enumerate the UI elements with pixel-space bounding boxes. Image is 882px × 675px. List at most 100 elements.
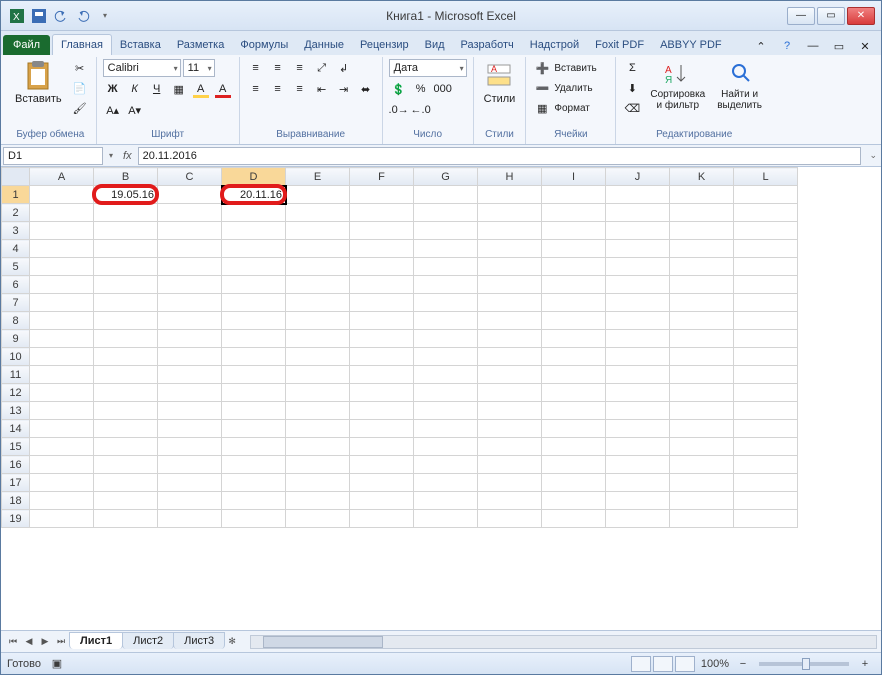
fill-icon[interactable]: ⬇ [622,79,642,97]
row-header-15[interactable]: 15 [2,438,30,456]
cell-G5[interactable] [414,258,478,276]
cell-G15[interactable] [414,438,478,456]
row-header-1[interactable]: 1 [2,186,30,204]
cell-I7[interactable] [542,294,606,312]
cell-K4[interactable] [670,240,734,258]
cell-A19[interactable] [30,510,94,528]
cell-B5[interactable] [94,258,158,276]
cell-H2[interactable] [478,204,542,222]
cell-J3[interactable] [606,222,670,240]
row-header-7[interactable]: 7 [2,294,30,312]
page-layout-view-icon[interactable] [653,656,673,672]
cell-K19[interactable] [670,510,734,528]
col-header-F[interactable]: F [350,168,414,186]
align-middle-icon[interactable]: ≡ [268,59,288,77]
minimize-button[interactable]: — [787,7,815,25]
cell-G13[interactable] [414,402,478,420]
col-header-C[interactable]: C [158,168,222,186]
cell-H12[interactable] [478,384,542,402]
cell-E10[interactable] [286,348,350,366]
cell-E8[interactable] [286,312,350,330]
cell-D1[interactable]: 20.11.16 [222,186,286,204]
increase-decimal-icon[interactable]: .0→ [389,101,409,119]
tab-developer[interactable]: Разработч [453,35,522,55]
cell-H13[interactable] [478,402,542,420]
cell-F5[interactable] [350,258,414,276]
cell-H3[interactable] [478,222,542,240]
formula-bar[interactable]: 20.11.2016 [138,147,862,165]
cell-G16[interactable] [414,456,478,474]
cell-A12[interactable] [30,384,94,402]
cell-D6[interactable] [222,276,286,294]
cell-H10[interactable] [478,348,542,366]
cell-A11[interactable] [30,366,94,384]
cell-J2[interactable] [606,204,670,222]
cell-D4[interactable] [222,240,286,258]
cell-K16[interactable] [670,456,734,474]
cell-C5[interactable] [158,258,222,276]
cell-D9[interactable] [222,330,286,348]
cell-J1[interactable] [606,186,670,204]
cell-A18[interactable] [30,492,94,510]
cell-L4[interactable] [734,240,798,258]
cell-K6[interactable] [670,276,734,294]
row-header-12[interactable]: 12 [2,384,30,402]
cell-F1[interactable] [350,186,414,204]
italic-button[interactable]: К [125,80,145,98]
row-header-16[interactable]: 16 [2,456,30,474]
cell-H7[interactable] [478,294,542,312]
merge-icon[interactable]: ⬌ [356,80,376,98]
align-right-icon[interactable]: ≡ [290,80,310,98]
cell-C14[interactable] [158,420,222,438]
bold-button[interactable]: Ж [103,80,123,98]
cell-G7[interactable] [414,294,478,312]
cell-E17[interactable] [286,474,350,492]
col-header-A[interactable]: A [30,168,94,186]
first-sheet-icon[interactable]: ⏮ [5,634,21,650]
col-header-L[interactable]: L [734,168,798,186]
cell-E1[interactable] [286,186,350,204]
cell-A2[interactable] [30,204,94,222]
autosum-icon[interactable]: Σ [622,59,642,77]
font-size-combo[interactable]: 11 [183,59,215,77]
cell-G18[interactable] [414,492,478,510]
cell-L16[interactable] [734,456,798,474]
cell-B15[interactable] [94,438,158,456]
cell-L19[interactable] [734,510,798,528]
cell-I12[interactable] [542,384,606,402]
row-header-18[interactable]: 18 [2,492,30,510]
cell-E9[interactable] [286,330,350,348]
cell-F19[interactable] [350,510,414,528]
cell-E3[interactable] [286,222,350,240]
cell-D5[interactable] [222,258,286,276]
cell-H8[interactable] [478,312,542,330]
help-icon[interactable]: ? [777,37,797,55]
col-header-K[interactable]: K [670,168,734,186]
cell-B14[interactable] [94,420,158,438]
cell-H17[interactable] [478,474,542,492]
cell-C13[interactable] [158,402,222,420]
align-left-icon[interactable]: ≡ [246,80,266,98]
cell-D13[interactable] [222,402,286,420]
currency-icon[interactable]: 💲 [389,80,409,98]
cell-C3[interactable] [158,222,222,240]
cell-H19[interactable] [478,510,542,528]
cell-B3[interactable] [94,222,158,240]
minimize-ribbon-icon[interactable]: ⌃ [751,37,771,55]
cell-I3[interactable] [542,222,606,240]
align-bottom-icon[interactable]: ≡ [290,59,310,77]
copy-icon[interactable]: 📄 [70,79,90,97]
row-header-13[interactable]: 13 [2,402,30,420]
cell-B1[interactable]: 19.05.16 [94,186,158,204]
cell-F15[interactable] [350,438,414,456]
cell-G10[interactable] [414,348,478,366]
cell-H4[interactable] [478,240,542,258]
col-header-H[interactable]: H [478,168,542,186]
mdi-minimize-icon[interactable]: — [803,37,823,55]
cell-H6[interactable] [478,276,542,294]
cell-B18[interactable] [94,492,158,510]
sheet-tab-1[interactable]: Лист1 [69,632,123,649]
cell-D19[interactable] [222,510,286,528]
cell-K9[interactable] [670,330,734,348]
cell-J11[interactable] [606,366,670,384]
